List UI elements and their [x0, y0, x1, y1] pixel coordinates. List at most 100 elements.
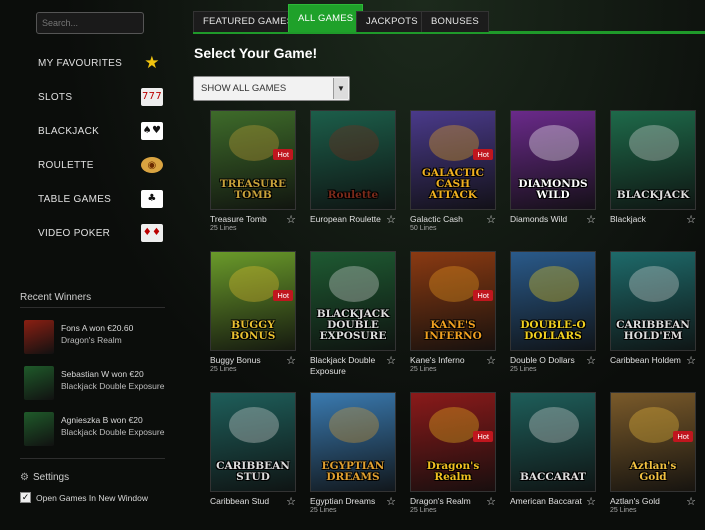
- favourite-star-icon[interactable]: ☆: [586, 354, 596, 367]
- winner-text: Agnieszka B won €20 Blackjack Double Expo…: [61, 414, 164, 438]
- game-filter-select[interactable]: SHOW ALL GAMES ▼: [193, 76, 350, 101]
- game-thumbnail[interactable]: DOUBLE-O DOLLARS: [510, 251, 596, 351]
- game-name[interactable]: Egyptian Dreams: [310, 496, 384, 507]
- game-thumbnail[interactable]: Dragon's Realm Hot: [410, 392, 496, 492]
- game-tile[interactable]: TREASURE TOMB Hot Treasure Tomb ☆ 25 Lines: [210, 110, 298, 240]
- game-thumbnail[interactable]: CARIBBEAN HOLD'EM: [610, 251, 696, 351]
- game-name[interactable]: European Roulette: [310, 214, 384, 225]
- favourite-star-icon[interactable]: ☆: [386, 354, 396, 367]
- game-name[interactable]: Diamonds Wild: [510, 214, 584, 225]
- game-thumbnail[interactable]: GALACTIC CASH ATTACK Hot: [410, 110, 496, 210]
- recent-winner-item[interactable]: Agnieszka B won €20 Blackjack Double Expo…: [24, 412, 174, 452]
- sidebar-item-my-favourites[interactable]: MY FAVOURITES ★: [38, 51, 164, 75]
- sidebar-item-video-poker[interactable]: VIDEO POKER ♦♦: [38, 221, 164, 245]
- game-name[interactable]: Treasure Tomb: [210, 214, 284, 225]
- game-thumbnail[interactable]: TREASURE TOMB Hot: [210, 110, 296, 210]
- hot-badge: Hot: [273, 290, 293, 301]
- tab-featured-games[interactable]: FEATURED GAMES: [193, 11, 304, 32]
- favourite-star-icon[interactable]: ☆: [686, 495, 696, 508]
- open-new-window-checkbox[interactable]: ✓: [20, 492, 31, 503]
- card-table-icon: ♣: [140, 189, 164, 209]
- game-thumbnail[interactable]: BACCARAT: [510, 392, 596, 492]
- favourite-star-icon[interactable]: ☆: [586, 213, 596, 226]
- divider: [20, 307, 165, 308]
- game-tile[interactable]: Roulette European Roulette ☆: [310, 110, 398, 240]
- game-name[interactable]: Double O Dollars: [510, 355, 584, 366]
- game-tile[interactable]: CARIBBEAN HOLD'EM Caribbean Holdem ☆: [610, 251, 698, 381]
- game-thumbnail[interactable]: DIAMONDS WILD: [510, 110, 596, 210]
- game-tile[interactable]: BUGGY BONUS Hot Buggy Bonus ☆ 25 Lines: [210, 251, 298, 381]
- game-name[interactable]: Aztlan's Gold: [610, 496, 684, 507]
- game-art: [429, 125, 479, 161]
- game-tile[interactable]: DOUBLE-O DOLLARS Double O Dollars ☆ 25 Line…: [510, 251, 598, 381]
- game-tile[interactable]: CARIBBEAN STUD Caribbean Stud ☆: [210, 392, 298, 522]
- favourite-star-icon[interactable]: ☆: [486, 354, 496, 367]
- favourite-star-icon[interactable]: ☆: [386, 495, 396, 508]
- game-name[interactable]: Blackjack Double Exposure: [310, 355, 384, 377]
- winner-amount: Sebastian W won €20: [61, 369, 144, 379]
- favourite-star-icon[interactable]: ☆: [486, 213, 496, 226]
- game-tile[interactable]: Aztlan's Gold Hot Aztlan's Gold ☆ 25 Lines: [610, 392, 698, 522]
- game-thumbnail[interactable]: Roulette: [310, 110, 396, 210]
- game-tile[interactable]: BLACKJACK DOUBLE EXPOSURE Blackjack Doubl…: [310, 251, 398, 381]
- game-thumbnail[interactable]: CARIBBEAN STUD: [210, 392, 296, 492]
- favourite-star-icon[interactable]: ☆: [286, 495, 296, 508]
- game-art: [329, 266, 379, 302]
- game-art: [329, 407, 379, 443]
- game-name[interactable]: Buggy Bonus: [210, 355, 284, 366]
- sidebar-item-table-games[interactable]: TABLE GAMES ♣: [38, 187, 164, 211]
- hot-badge: Hot: [673, 431, 693, 442]
- game-art: [529, 407, 579, 443]
- game-name[interactable]: Caribbean Holdem: [610, 355, 684, 366]
- winner-game-thumbnail[interactable]: [24, 366, 54, 400]
- game-name[interactable]: Blackjack: [610, 214, 684, 225]
- game-thumbnail[interactable]: BLACKJACK: [610, 110, 696, 210]
- game-name[interactable]: American Baccarat: [510, 496, 584, 507]
- game-lines: 25 Lines: [410, 366, 437, 373]
- game-tile[interactable]: EGYPTIAN DREAMS Egyptian Dreams ☆ 25 Lines: [310, 392, 398, 522]
- game-art: [429, 407, 479, 443]
- star-icon: ★: [144, 53, 160, 72]
- tab-jackpots[interactable]: JACKPOTS: [356, 11, 428, 32]
- winner-game-thumbnail[interactable]: [24, 320, 54, 354]
- game-name[interactable]: Kane's Inferno: [410, 355, 484, 366]
- recent-winner-item[interactable]: Fons A won €20.60 Dragon's Realm: [24, 320, 174, 360]
- game-logo: GALACTIC CASH ATTACK: [421, 167, 485, 201]
- tab-all-games[interactable]: ALL GAMES: [288, 4, 364, 32]
- sidebar-item-blackjack[interactable]: BLACKJACK ♠♥: [38, 119, 164, 143]
- game-thumbnail[interactable]: Aztlan's Gold Hot: [610, 392, 696, 492]
- favourite-star-icon[interactable]: ☆: [286, 213, 296, 226]
- game-tile[interactable]: BACCARAT American Baccarat ☆: [510, 392, 598, 522]
- game-thumbnail[interactable]: BLACKJACK DOUBLE EXPOSURE: [310, 251, 396, 351]
- sidebar-item-slots[interactable]: SLOTS 777: [38, 85, 164, 109]
- chevron-down-icon[interactable]: ▼: [333, 78, 348, 99]
- game-logo: BACCARAT: [520, 471, 586, 483]
- game-thumbnail[interactable]: KANE'S INFERNO Hot: [410, 251, 496, 351]
- game-name[interactable]: Caribbean Stud: [210, 496, 284, 507]
- recent-winners-title: Recent Winners: [20, 292, 92, 303]
- game-name[interactable]: Galactic Cash: [410, 214, 484, 225]
- game-name[interactable]: Dragon's Realm: [410, 496, 484, 507]
- winner-game-thumbnail[interactable]: [24, 412, 54, 446]
- game-thumbnail[interactable]: EGYPTIAN DREAMS: [310, 392, 396, 492]
- open-new-window-option[interactable]: ✓ Open Games In New Window: [20, 492, 148, 503]
- recent-winner-item[interactable]: Sebastian W won €20 Blackjack Double Expo…: [24, 366, 174, 406]
- divider: [20, 458, 165, 459]
- favourite-star-icon[interactable]: ☆: [686, 354, 696, 367]
- game-tile[interactable]: BLACKJACK Blackjack ☆: [610, 110, 698, 240]
- game-thumbnail[interactable]: BUGGY BONUS Hot: [210, 251, 296, 351]
- favourite-star-icon[interactable]: ☆: [486, 495, 496, 508]
- game-lines: 25 Lines: [410, 507, 437, 514]
- favourite-star-icon[interactable]: ☆: [286, 354, 296, 367]
- favourite-star-icon[interactable]: ☆: [586, 495, 596, 508]
- game-tile[interactable]: DIAMONDS WILD Diamonds Wild ☆: [510, 110, 598, 240]
- game-tile[interactable]: KANE'S INFERNO Hot Kane's Inferno ☆ 25 Lines: [410, 251, 498, 381]
- favourite-star-icon[interactable]: ☆: [386, 213, 396, 226]
- game-category-tabs: FEATURED GAMES ALL GAMES JACKPOTS BONUSES: [193, 4, 705, 34]
- tab-bonuses[interactable]: BONUSES: [421, 11, 489, 32]
- game-tile[interactable]: Dragon's Realm Hot Dragon's Realm ☆ 25 Lines: [410, 392, 498, 522]
- favourite-star-icon[interactable]: ☆: [686, 213, 696, 226]
- search-input[interactable]: [36, 12, 144, 34]
- game-tile[interactable]: GALACTIC CASH ATTACK Hot Galactic Cash ☆ 50 …: [410, 110, 498, 240]
- sidebar-item-roulette[interactable]: ROULETTE ◉: [38, 153, 164, 177]
